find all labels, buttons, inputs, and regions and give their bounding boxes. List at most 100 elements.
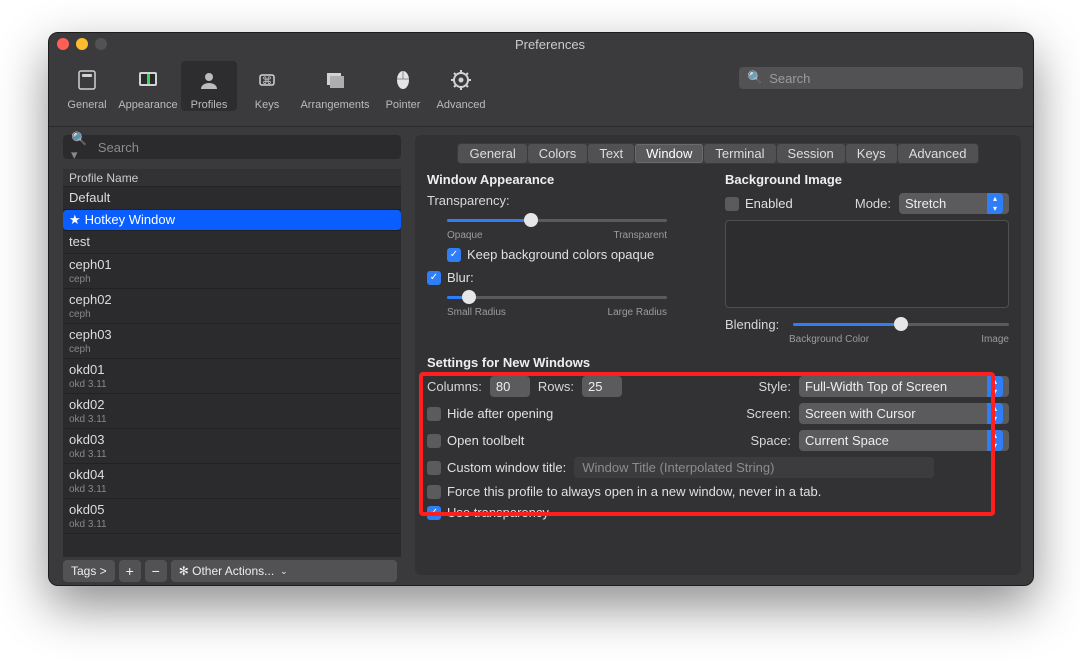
tab-window[interactable]: Window [635, 144, 703, 163]
appearance-icon [127, 65, 169, 95]
profile-subtitle: okd 3.11 [69, 519, 395, 531]
profile-row[interactable]: ceph03ceph [63, 324, 401, 359]
profile-row[interactable]: okd02okd 3.11 [63, 394, 401, 429]
toolbar-advanced[interactable]: Advanced [433, 61, 489, 111]
transparency-slider[interactable] [447, 212, 667, 228]
section-title: Window Appearance [427, 172, 711, 187]
space-select[interactable]: Current Space ▴▾ [799, 430, 1009, 451]
checkbox-icon [427, 434, 441, 448]
profile-list-header[interactable]: Profile Name [63, 169, 401, 187]
checkbox-icon [447, 248, 461, 262]
toolbar-search[interactable]: 🔍 [739, 67, 1023, 89]
profile-row[interactable]: okd01okd 3.11 [63, 359, 401, 394]
settings-panel: GeneralColorsTextWindowTerminalSessionKe… [415, 135, 1021, 575]
other-actions-label: Other Actions... [192, 564, 274, 578]
blur-checkbox[interactable]: Blur: [427, 270, 711, 285]
slider-tick: Transparent [613, 230, 667, 241]
custom-title-checkbox[interactable]: Custom window title: [427, 460, 566, 475]
search-icon: 🔍▾ [71, 131, 92, 163]
profile-name: ceph03 [69, 326, 395, 344]
profile-subtitle: ceph [69, 344, 395, 356]
checkbox-label: Keep background colors opaque [467, 247, 654, 262]
sidebar: 🔍▾ Profile Name Default ★Hotkey Windowtes… [63, 127, 401, 585]
profile-subtitle: okd 3.11 [69, 414, 395, 426]
star-icon: ★ [69, 212, 81, 227]
profile-row[interactable]: okd05okd 3.11 [63, 499, 401, 534]
profile-list[interactable]: Default★Hotkey Windowtestceph01cephceph0… [63, 187, 401, 557]
profile-row[interactable]: test [63, 231, 401, 254]
tab-colors[interactable]: Colors [528, 144, 588, 163]
background-image-section: Background Image Enabled Mode: Stretch ▴… [725, 172, 1009, 345]
toolbar-pointer[interactable]: Pointer [375, 61, 431, 111]
columns-input[interactable]: 80 [490, 376, 530, 397]
window-title: Preferences [107, 37, 993, 52]
stepper-icon: ▴▾ [987, 376, 1003, 397]
mode-select[interactable]: Stretch ▴▾ [899, 193, 1009, 214]
screen-label: Screen: [746, 406, 791, 421]
toolbar-arrangements[interactable]: Arrangements [297, 61, 373, 111]
zoom-icon[interactable] [95, 38, 107, 50]
remove-profile-button[interactable]: − [145, 560, 167, 582]
profile-name: Default [69, 189, 395, 207]
toolbar-general[interactable]: General [59, 61, 115, 111]
slider-tick: Background Color [789, 334, 869, 345]
tab-keys[interactable]: Keys [846, 144, 897, 163]
section-title: Background Image [725, 172, 1009, 187]
toolbar-profiles[interactable]: Profiles [181, 61, 237, 111]
checkbox-icon [725, 197, 739, 211]
force-new-window-checkbox[interactable]: Force this profile to always open in a n… [427, 484, 1009, 499]
toolbar-appearance[interactable]: Appearance [117, 61, 179, 111]
hide-after-checkbox[interactable]: Hide after opening [427, 406, 738, 421]
screen-select[interactable]: Screen with Cursor ▴▾ [799, 403, 1009, 424]
checkbox-label: Force this profile to always open in a n… [447, 484, 821, 499]
search-icon: 🔍 [747, 70, 763, 86]
close-icon[interactable] [57, 38, 69, 50]
bg-enabled-checkbox[interactable]: Enabled [725, 196, 793, 211]
add-profile-button[interactable]: + [119, 560, 141, 582]
style-select[interactable]: Full-Width Top of Screen ▴▾ [799, 376, 1009, 397]
profile-row[interactable]: Default [63, 187, 401, 210]
tab-terminal[interactable]: Terminal [704, 144, 775, 163]
titlebar[interactable]: Preferences [49, 33, 1033, 55]
toolbar-search-input[interactable] [769, 71, 1015, 86]
profile-name: okd03 [69, 431, 395, 449]
gear-icon [440, 65, 482, 95]
use-transparency-checkbox[interactable]: Use transparency [427, 505, 1009, 520]
tab-general[interactable]: General [458, 144, 526, 163]
pointer-icon [382, 65, 424, 95]
rows-input[interactable]: 25 [582, 376, 622, 397]
custom-title-input[interactable]: Window Title (Interpolated String) [574, 457, 934, 478]
profile-search[interactable]: 🔍▾ [63, 135, 401, 159]
open-toolbelt-checkbox[interactable]: Open toolbelt [427, 433, 738, 448]
keep-bg-checkbox[interactable]: Keep background colors opaque [447, 247, 711, 262]
profile-subtitle: ceph [69, 309, 395, 321]
profile-name: ceph02 [69, 291, 395, 309]
profile-row[interactable]: okd03okd 3.11 [63, 429, 401, 464]
tags-button[interactable]: Tags > [63, 560, 115, 582]
traffic-lights [57, 38, 107, 50]
blending-slider[interactable] [793, 316, 1009, 332]
profile-row[interactable]: ceph02ceph [63, 289, 401, 324]
toolbar-label: Appearance [118, 99, 177, 111]
blur-slider[interactable] [447, 289, 667, 305]
select-value: Full-Width Top of Screen [805, 379, 987, 394]
sidebar-bottom-bar: Tags > + − ✻ Other Actions... ⌄ [63, 557, 401, 585]
other-actions-button[interactable]: ✻ Other Actions... ⌄ [171, 560, 397, 582]
minimize-icon[interactable] [76, 38, 88, 50]
profile-search-input[interactable] [98, 140, 393, 155]
profile-row[interactable]: ★Hotkey Window [63, 210, 401, 231]
tab-text[interactable]: Text [588, 144, 634, 163]
svg-text:⌘: ⌘ [262, 76, 272, 87]
profiles-icon [188, 65, 230, 95]
bg-image-well[interactable] [725, 220, 1009, 308]
profile-row[interactable]: ceph01ceph [63, 254, 401, 289]
arrangements-icon [314, 65, 356, 95]
tab-session[interactable]: Session [777, 144, 845, 163]
tab-advanced[interactable]: Advanced [898, 144, 978, 163]
general-icon [66, 65, 108, 95]
keys-icon: ⌘ [246, 65, 288, 95]
toolbar-keys[interactable]: ⌘ Keys [239, 61, 295, 111]
checkbox-icon [427, 461, 441, 475]
profile-row[interactable]: okd04okd 3.11 [63, 464, 401, 499]
checkbox-label: Custom window title: [447, 460, 566, 475]
